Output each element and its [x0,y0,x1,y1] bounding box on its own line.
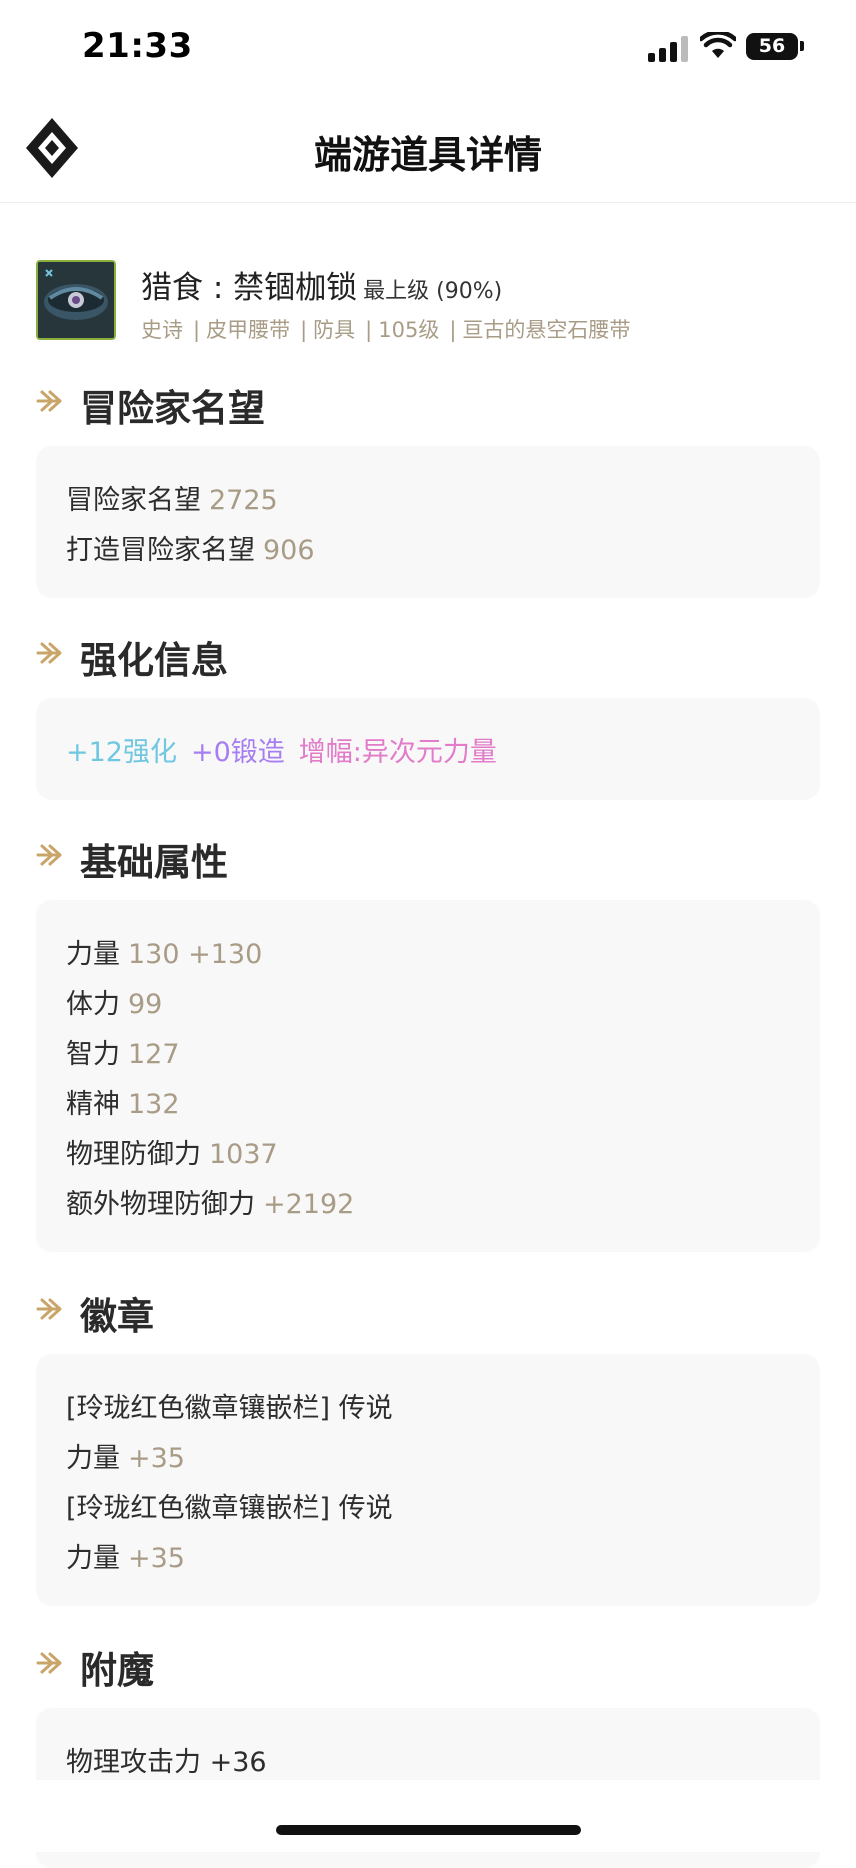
stat-row: 力量 +35 [66,1536,185,1575]
arrow-right-icon [36,390,62,412]
item-tag: 105级 [378,318,440,342]
item-name-text: 猎食 : 禁锢枷锁 [141,270,358,306]
stat-row: 力量 130 +130 [66,932,262,971]
item-tag: 皮甲腰带 [206,318,291,342]
status-time: 21:33 [82,26,193,66]
arrow-right-icon [36,844,62,866]
home-indicator[interactable] [276,1825,581,1835]
stat-label: 体力 [66,989,120,1020]
battery-icon: 56 [746,33,798,60]
reputation-card: 冒险家名望 2725 打造冒险家名望 906 [36,446,820,598]
arrow-right-icon [36,642,62,664]
stat-label: 智力 [66,1039,120,1070]
page-title: 端游道具详情 [313,133,542,177]
stat-value: +2192 [263,1189,355,1220]
tag-separator: | [449,318,457,342]
stat-label: 额外物理防御力 [66,1189,255,1220]
stat-value: 1037 [209,1139,278,1170]
section-title-text: 基础属性 [80,841,228,884]
stat-value: +35 [128,1443,185,1474]
emblem-slot-row: [玲珑红色徽章镶嵌栏] 传说 [66,1486,393,1525]
item-tag: 防具 [313,318,356,342]
item-grade: 最上级 (90%) [363,279,503,304]
item-tag: 亘古的悬空石腰带 [462,318,631,342]
stat-value: 906 [263,535,315,566]
item-tags: 史诗 | 皮甲腰带 | 防具 | 105级 | 亘古的悬空石腰带 [141,314,630,344]
stat-row: 智力 127 [66,1032,180,1071]
arrow-right-icon [36,1298,62,1320]
base-stats-card: 力量 130 +130 体力 99 智力 127 精神 132 物理防御力 1037 额外… [36,900,820,1252]
emblem-slot-label: [玲珑红色徽章镶嵌栏] 传说 [66,1493,393,1524]
stat-value: 99 [128,989,163,1020]
enhance-card: +12强化 +0锻造 增幅:异次元力量 [36,698,820,800]
stat-row: 额外物理防御力 +2192 [66,1182,354,1221]
stat-label: 物理防御力 [66,1139,201,1170]
stat-row: 精神 132 [66,1082,180,1121]
stat-label: 物理攻击力 +36 [66,1747,267,1778]
bottom-safe-area [0,1780,856,1852]
belt-item-icon [38,262,114,338]
forge-level: +0锻造 [190,737,285,768]
enhance-row: +12强化 +0锻造 增幅:异次元力量 [66,730,497,769]
status-bar: 21:33 56 [0,0,856,96]
section-title-text: 强化信息 [80,639,228,682]
section-title-text: 冒险家名望 [80,387,265,430]
nav-header: 端游道具详情 [0,96,856,203]
stat-label: 力量 [66,1443,120,1474]
amplify-value: 异次元力量 [361,737,497,768]
battery-nub [800,41,804,51]
section-title-text: 徽章 [80,1295,154,1338]
tag-separator: | [365,318,373,342]
stat-value: 127 [128,1039,180,1070]
stat-label: 精神 [66,1089,120,1120]
stat-label: 力量 [66,939,120,970]
cellular-signal-icon [648,34,690,62]
stat-label: 打造冒险家名望 [66,535,255,566]
stat-row: 物理防御力 1037 [66,1132,278,1171]
stat-row: 冒险家名望 2725 [66,478,278,517]
stat-row: 物理攻击力 +36 [66,1740,267,1779]
section-title-text: 附魔 [80,1649,154,1692]
stat-value: 2725 [209,485,278,516]
stat-value: 132 [128,1089,180,1120]
stat-label: 冒险家名望 [66,485,201,516]
arrow-right-icon [36,1652,62,1674]
stat-row: 打造冒险家名望 906 [66,528,315,567]
tag-separator: | [193,318,201,342]
item-image [36,260,116,340]
wifi-icon [700,32,736,58]
reinforce-level: +12强化 [66,737,177,768]
stat-value: +35 [128,1543,185,1574]
stat-row: 力量 +35 [66,1436,185,1475]
emblem-slot-label: [玲珑红色徽章镶嵌栏] 传说 [66,1393,393,1424]
stat-row: 体力 99 [66,982,162,1021]
emblem-card: [玲珑红色徽章镶嵌栏] 传说 力量 +35 [玲珑红色徽章镶嵌栏] 传说 力量 +3… [36,1354,820,1606]
emblem-slot-row: [玲珑红色徽章镶嵌栏] 传说 [66,1386,393,1425]
stat-label: 力量 [66,1543,120,1574]
amplify-label: 增幅: [298,737,362,768]
item-tag: 史诗 [141,318,183,342]
item-name: 猎食 : 禁锢枷锁 最上级 (90%) [141,262,502,307]
stat-value: 130 +130 [128,939,263,970]
tag-separator: | [300,318,308,342]
